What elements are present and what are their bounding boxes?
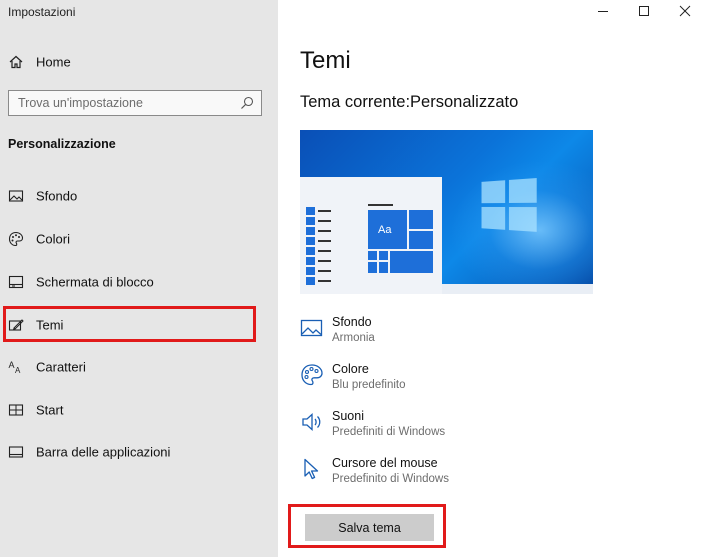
theme-item-value: Predefinito di Windows <box>332 473 449 485</box>
sidebar-item-label: Barra delle applicazioni <box>36 444 171 460</box>
themes-icon <box>8 319 24 331</box>
theme-item-title: Sfondo <box>332 315 372 329</box>
search-icon[interactable] <box>240 96 254 110</box>
theme-item-value: Armonia <box>332 332 375 344</box>
fonts-icon: A A <box>9 360 22 375</box>
preview-tile-large: Aa <box>367 209 408 250</box>
svg-text:A: A <box>15 366 21 375</box>
maximize-icon[interactable] <box>626 0 662 24</box>
sidebar: Impostazioni Home Trova un'impostazione … <box>0 0 278 557</box>
sidebar-item-temi[interactable]: Temi <box>0 308 278 342</box>
sidebar-item-label: Temi <box>36 317 64 333</box>
image-icon <box>8 190 24 202</box>
theme-item-sfondo[interactable]: Sfondo Armonia <box>300 312 680 352</box>
start-icon <box>8 404 24 416</box>
nav-home[interactable]: Home <box>0 48 278 76</box>
sidebar-item-start[interactable]: Start <box>0 393 278 427</box>
save-theme-button[interactable]: Salva tema <box>305 514 434 541</box>
section-title: Personalizzazione <box>8 137 116 151</box>
sidebar-item-colori[interactable]: Colori <box>0 222 278 256</box>
nav-home-label: Home <box>36 54 71 70</box>
search-placeholder: Trova un'impostazione <box>18 96 143 110</box>
theme-item-value: Blu predefinito <box>332 379 406 391</box>
theme-item-value: Predefiniti di Windows <box>332 426 446 438</box>
app-title: Impostazioni <box>8 5 76 19</box>
theme-item-title: Colore <box>332 362 369 376</box>
current-theme-value: Personalizzato <box>410 93 519 111</box>
sidebar-item-label: Caratteri <box>36 359 86 375</box>
sidebar-item-label: Colori <box>36 231 70 247</box>
sidebar-item-barra-delle-applicazioni[interactable]: Barra delle applicazioni <box>0 435 278 469</box>
search-input[interactable]: Trova un'impostazione <box>8 90 262 116</box>
theme-preview: Aa <box>300 130 593 294</box>
sidebar-item-label: Sfondo <box>36 188 78 204</box>
theme-item-colore[interactable]: Colore Blu predefinito <box>300 359 680 399</box>
lock-screen-icon <box>8 275 24 289</box>
main-panel: Temi Tema corrente:Personalizzato Aa Sfo… <box>278 0 703 557</box>
taskbar-icon <box>8 446 24 458</box>
cursor-icon <box>304 458 319 480</box>
speaker-icon <box>302 413 321 431</box>
sidebar-item-label: Schermata di blocco <box>36 274 154 290</box>
sidebar-item-schermata-di-blocco[interactable]: Schermata di blocco <box>0 265 278 299</box>
theme-item-suoni[interactable]: Suoni Predefiniti di Windows <box>300 406 680 446</box>
page-title: Temi <box>300 47 351 74</box>
current-theme-heading: Tema corrente:Personalizzato <box>300 93 518 112</box>
theme-item-title: Cursore del mouse <box>332 456 438 470</box>
close-icon[interactable] <box>667 0 703 24</box>
home-icon <box>9 55 23 69</box>
palette-icon <box>301 364 323 386</box>
palette-icon <box>8 231 24 247</box>
svg-text:A: A <box>9 360 15 370</box>
sidebar-item-sfondo[interactable]: Sfondo <box>0 179 278 213</box>
sidebar-item-caratteri[interactable]: A A Caratteri <box>0 350 278 384</box>
current-theme-label: Tema corrente: <box>300 93 411 111</box>
image-icon <box>300 319 323 337</box>
theme-item-title: Suoni <box>332 409 364 423</box>
preview-tile-text: Aa <box>378 224 392 236</box>
preview-window: Aa <box>300 177 442 294</box>
theme-item-cursore-del-mouse[interactable]: Cursore del mouse Predefinito di Windows <box>300 453 680 493</box>
minimize-icon[interactable] <box>585 0 621 24</box>
sidebar-item-label: Start <box>36 402 64 418</box>
windows-logo-icon <box>481 177 539 234</box>
